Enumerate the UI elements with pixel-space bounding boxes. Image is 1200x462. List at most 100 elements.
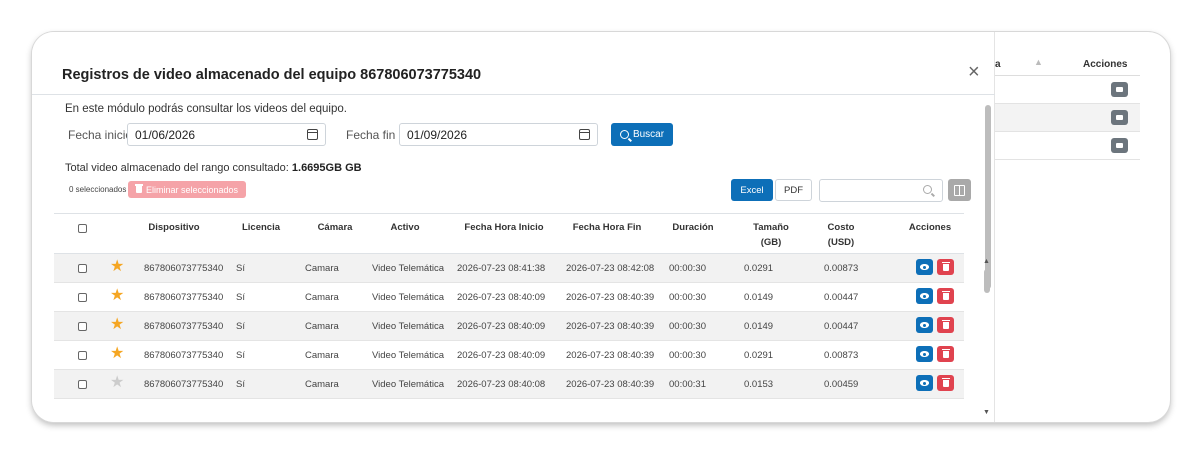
eye-icon[interactable] xyxy=(916,288,933,304)
table-row: ★ 867806073775340 Sí Camara Video Telemática… xyxy=(54,283,964,312)
start-date-value: 01/06/2026 xyxy=(135,128,196,142)
total-storage-label: Total video almacenado del rango consult… xyxy=(65,162,289,174)
video-records-modal: Registros de video almacenado del equipo… xyxy=(32,32,995,422)
search-icon xyxy=(619,130,629,139)
table-scrollbar-thumb[interactable] xyxy=(984,269,990,293)
folder-icon[interactable] xyxy=(1111,138,1128,153)
cell-active: Video Telemática xyxy=(372,321,445,332)
header-size-line1: Tamaño xyxy=(753,222,789,233)
selected-count: 0 seleccionados xyxy=(69,185,127,194)
end-date-input[interactable]: 01/09/2026 xyxy=(399,123,598,146)
cell-active: Video Telemática xyxy=(372,350,445,361)
header-camera[interactable]: Cámara xyxy=(318,220,353,235)
table-scrollbar[interactable]: ▲ ▼ xyxy=(982,258,992,422)
cell-duration: 00:00:30 xyxy=(669,292,706,303)
header-license[interactable]: Licencia xyxy=(242,220,280,235)
cell-license: Sí xyxy=(236,379,245,390)
screenshot-frame: a ▲ Acciones Registros de video almacena… xyxy=(32,32,1170,422)
row-checkbox[interactable] xyxy=(78,293,87,302)
eye-icon[interactable] xyxy=(916,317,933,333)
eye-icon[interactable] xyxy=(916,259,933,275)
eye-icon[interactable] xyxy=(916,375,933,391)
calendar-icon[interactable] xyxy=(307,129,318,140)
close-icon[interactable]: × xyxy=(968,62,980,82)
header-device[interactable]: Dispositivo xyxy=(148,220,199,235)
header-active[interactable]: Activo xyxy=(390,220,419,235)
row-checkbox[interactable] xyxy=(78,351,87,360)
cell-license: Sí xyxy=(236,263,245,274)
cell-cost: 0.00873 xyxy=(824,263,859,274)
columns-toggle-button[interactable] xyxy=(948,179,971,201)
cell-camera: Camara xyxy=(305,321,339,332)
trash-icon xyxy=(941,290,950,300)
cell-cost: 0.00447 xyxy=(824,292,859,303)
search-icon xyxy=(923,185,932,194)
star-icon[interactable]: ★ xyxy=(110,375,124,391)
cell-start: 2026-07-23 08:40:09 xyxy=(457,292,546,303)
star-icon[interactable]: ★ xyxy=(110,259,124,275)
eye-icon[interactable] xyxy=(916,346,933,362)
star-icon[interactable]: ★ xyxy=(110,346,124,362)
intro-text: En este módulo podrás consultar los vide… xyxy=(65,103,347,115)
background-table-header: a ▲ Acciones xyxy=(995,54,1140,76)
folder-icon[interactable] xyxy=(1111,82,1128,97)
scroll-down-icon[interactable]: ▼ xyxy=(983,409,990,416)
start-date-input[interactable]: 01/06/2026 xyxy=(127,123,326,146)
export-excel-button[interactable]: Excel xyxy=(731,179,773,201)
header-cost[interactable]: Costo (USD) xyxy=(828,220,855,250)
background-row xyxy=(995,132,1140,160)
cell-duration: 00:00:30 xyxy=(669,263,706,274)
cell-start: 2026-07-23 08:40:09 xyxy=(457,350,546,361)
total-storage-value: 1.6695GB GB xyxy=(291,162,362,174)
delete-row-button[interactable] xyxy=(937,259,954,275)
table-header: Dispositivo Licencia Cámara Activo Fecha… xyxy=(54,214,964,254)
cell-end: 2026-07-23 08:40:39 xyxy=(566,321,655,332)
table-search-input[interactable] xyxy=(819,179,943,202)
star-icon[interactable]: ★ xyxy=(110,317,124,333)
folder-icon[interactable] xyxy=(1111,110,1128,125)
cell-size: 0.0149 xyxy=(744,292,774,303)
total-storage-text: Total video almacenado del rango consult… xyxy=(65,162,362,174)
row-checkbox[interactable] xyxy=(78,380,87,389)
cell-active: Video Telemática xyxy=(372,263,445,274)
delete-row-button[interactable] xyxy=(937,375,954,391)
header-start[interactable]: Fecha Hora Inicio xyxy=(464,220,543,235)
cell-device: 867806073775340 xyxy=(144,350,224,361)
delete-row-button[interactable] xyxy=(937,317,954,333)
search-button[interactable]: Buscar xyxy=(611,123,673,146)
row-checkbox[interactable] xyxy=(78,322,87,331)
delete-selected-button[interactable]: Eliminar seleccionados xyxy=(128,181,246,198)
trash-icon xyxy=(941,319,950,329)
select-all-checkbox[interactable] xyxy=(78,224,87,233)
header-end[interactable]: Fecha Hora Fin xyxy=(573,220,642,235)
header-cost-line2: (USD) xyxy=(827,237,855,248)
header-duration[interactable]: Duración xyxy=(672,220,713,235)
background-actions-header: Acciones xyxy=(1083,59,1128,70)
row-checkbox[interactable] xyxy=(78,264,87,273)
scroll-up-icon[interactable]: ▲ xyxy=(983,258,990,265)
sort-icon[interactable]: ▲ xyxy=(1034,57,1043,67)
export-pdf-button[interactable]: PDF xyxy=(775,179,812,201)
delete-row-button[interactable] xyxy=(937,346,954,362)
cell-active: Video Telemática xyxy=(372,379,445,390)
trash-icon xyxy=(941,377,950,387)
cell-device: 867806073775340 xyxy=(144,263,224,274)
modal-header: Registros de video almacenado del equipo… xyxy=(32,32,995,95)
star-icon[interactable]: ★ xyxy=(110,288,124,304)
delete-row-button[interactable] xyxy=(937,288,954,304)
cell-license: Sí xyxy=(236,350,245,361)
delete-selected-label: Eliminar seleccionados xyxy=(145,184,239,195)
cell-end: 2026-07-23 08:40:39 xyxy=(566,292,655,303)
cell-size: 0.0291 xyxy=(744,350,774,361)
search-button-label: Buscar xyxy=(632,129,665,140)
cell-duration: 00:00:30 xyxy=(669,321,706,332)
table-row: ★ 867806073775340 Sí Camara Video Telemática… xyxy=(54,312,964,341)
background-table: a ▲ Acciones xyxy=(995,54,1140,160)
cell-duration: 00:00:30 xyxy=(669,350,706,361)
cell-start: 2026-07-23 08:41:38 xyxy=(457,263,546,274)
cell-duration: 00:00:31 xyxy=(669,379,706,390)
table-row: ★ 867806073775340 Sí Camara Video Telemática… xyxy=(54,254,964,283)
video-records-table: Dispositivo Licencia Cámara Activo Fecha… xyxy=(54,213,964,399)
header-size[interactable]: Tamaño (GB) xyxy=(753,220,789,250)
calendar-icon[interactable] xyxy=(579,129,590,140)
